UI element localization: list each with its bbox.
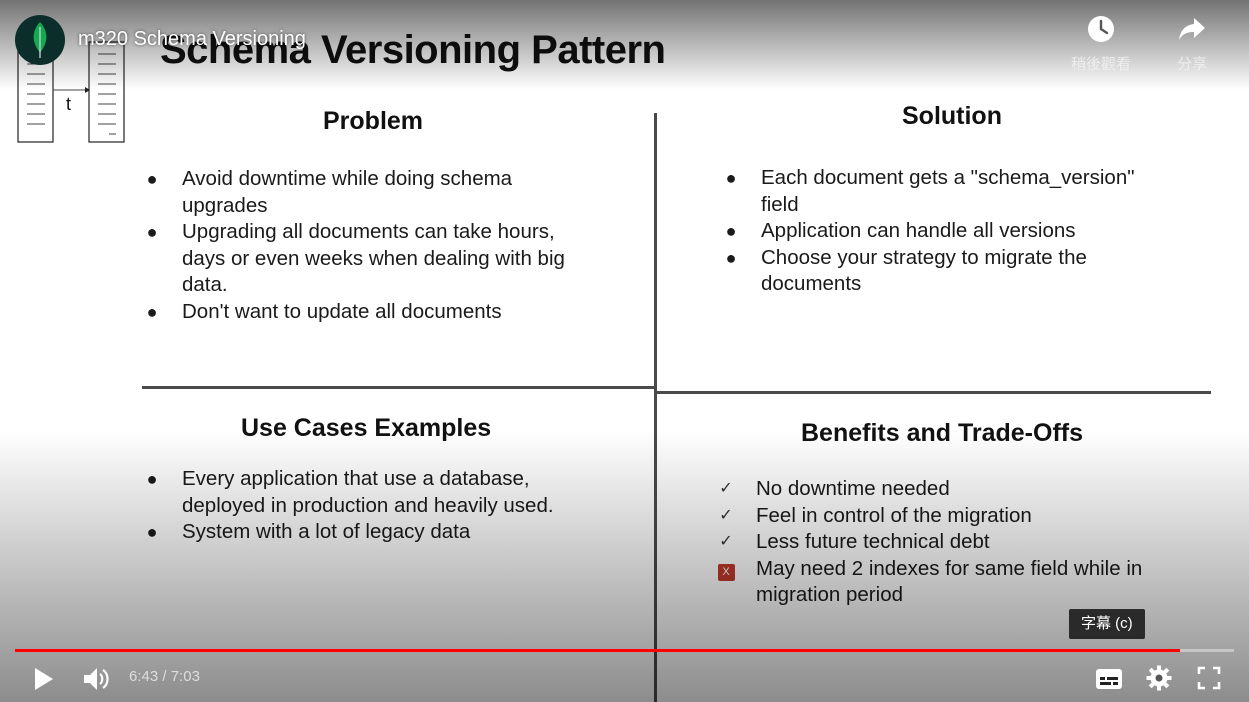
- bullet-icon: ●: [725, 221, 737, 241]
- leaf-icon: [33, 22, 47, 58]
- list-item-line: Less future technical debt: [756, 530, 990, 553]
- list-item-line: System with a lot of legacy data: [182, 520, 471, 543]
- time-current: 6:43: [129, 668, 159, 685]
- fullscreen-button[interactable]: [1193, 662, 1225, 694]
- clock-icon: [1088, 16, 1114, 42]
- slide: t Schema Versioning Pattern Problem ● Avo…: [0, 0, 1249, 702]
- list-item: ● Upgrading all documents can take hours,…: [142, 219, 632, 299]
- list-item-line: Choose your strategy to migrate the: [761, 245, 1087, 269]
- play-icon: [35, 668, 53, 690]
- list-item-line: data.: [182, 273, 228, 296]
- list-item: ● Avoid downtime while doing schema upgrad…: [142, 166, 632, 219]
- share-button[interactable]: 分享: [1147, 14, 1237, 74]
- bullet-icon: ●: [725, 168, 737, 188]
- list-item: ✓ No downtime needed: [716, 476, 1216, 503]
- bullet-icon: ●: [146, 469, 158, 489]
- list-item: ● Choose your strategy to migrate the docu…: [721, 245, 1211, 298]
- list-item-line: Feel in control of the migration: [756, 503, 1032, 527]
- solution-heading: Solution: [902, 102, 1002, 130]
- watch-later-button[interactable]: 稍後觀看: [1056, 14, 1146, 74]
- progress-bar[interactable]: [15, 649, 1234, 652]
- video-title[interactable]: m320 Schema Versioning: [78, 28, 306, 51]
- check-icon: ✓: [719, 533, 733, 550]
- volume-icon: [84, 668, 109, 690]
- subtitles-button[interactable]: [1093, 664, 1125, 694]
- share-label: 分享: [1176, 56, 1207, 73]
- tradeoff-marker: X: [716, 556, 736, 583]
- time-separator: /: [158, 668, 171, 685]
- list-item: ✓ Less future technical debt: [716, 529, 1216, 556]
- watch-later-label: 稍後觀看: [1070, 56, 1131, 73]
- list-item: X May need 2 indexes for same field while…: [716, 556, 1216, 609]
- settings-button[interactable]: [1143, 662, 1175, 694]
- use-cases-list: ● Every application that use a database, d…: [142, 466, 632, 546]
- mute-button[interactable]: [80, 662, 114, 696]
- x-mark-icon: X: [717, 563, 735, 581]
- list-item-line: deployed in production and heavily used.: [182, 493, 554, 517]
- benefits-list: ✓ No downtime needed ✓ Feel in control of t…: [716, 476, 1216, 609]
- gear-icon: [1146, 665, 1172, 691]
- list-item-line: Upgrading all documents can take hours,: [182, 220, 555, 243]
- list-item: ● Application can handle all versions: [721, 218, 1211, 245]
- list-item-line: Each document gets a "schema_version": [761, 166, 1135, 189]
- subtitles-icon: [1096, 669, 1122, 689]
- list-item: ● Each document gets a "schema_version"fi…: [721, 165, 1211, 218]
- bullet-icon: ●: [146, 222, 158, 242]
- list-item-line: May need 2 indexes for same field while …: [756, 556, 1143, 580]
- solution-list: ● Each document gets a "schema_version"fi…: [721, 165, 1211, 298]
- subtitles-tooltip: 字幕 (c): [1069, 609, 1145, 639]
- list-item-line: Application can handle all versions: [761, 219, 1076, 242]
- benefits-heading: Benefits and Trade-Offs: [801, 419, 1083, 447]
- list-item-line: documents: [761, 272, 862, 295]
- list-item: ✓ Feel in control of the migration: [716, 503, 1216, 530]
- list-item-line: Every application that use a database,: [182, 467, 530, 490]
- share-icon: [1179, 18, 1205, 40]
- bullet-icon: ●: [146, 169, 158, 189]
- list-item-line: field: [761, 192, 799, 216]
- check-icon: ✓: [719, 506, 733, 524]
- check-icon: ✓: [719, 480, 733, 497]
- logo-label: t: [66, 94, 71, 114]
- video-player[interactable]: t Schema Versioning Pattern Problem ● Avo…: [0, 0, 1249, 702]
- vertical-divider: [654, 113, 657, 702]
- list-item: ● Every application that use a database, d…: [142, 466, 632, 519]
- fullscreen-icon: [1197, 666, 1221, 690]
- horizontal-divider-left: [142, 386, 655, 389]
- problem-heading: Problem: [323, 107, 424, 135]
- time-total: 7:03: [170, 668, 200, 685]
- problem-list: ● Avoid downtime while doing schema upgrad…: [142, 166, 632, 325]
- list-item-line: upgrades: [182, 193, 268, 217]
- list-item: ● System with a lot of legacy data: [142, 519, 632, 546]
- bullet-icon: ●: [146, 522, 158, 542]
- list-item-line: Don't want to update all documents: [182, 299, 502, 323]
- use-cases-heading: Use Cases Examples: [241, 414, 492, 442]
- channel-avatar[interactable]: [15, 15, 65, 65]
- play-button[interactable]: [27, 662, 61, 696]
- bullet-icon: ●: [146, 301, 158, 322]
- progress-played: [15, 649, 1181, 652]
- list-item: ● Don't want to update all documents: [142, 299, 632, 326]
- horizontal-divider-right: [657, 391, 1211, 394]
- list-item-line: days or even weeks when dealing with big: [182, 246, 565, 270]
- time-display: 6:43 / 7:03: [129, 668, 200, 685]
- bullet-icon: ●: [725, 247, 737, 268]
- list-item-line: migration period: [756, 583, 903, 606]
- list-item-line: No downtime needed: [756, 477, 950, 500]
- list-item-line: Avoid downtime while doing schema: [182, 167, 513, 190]
